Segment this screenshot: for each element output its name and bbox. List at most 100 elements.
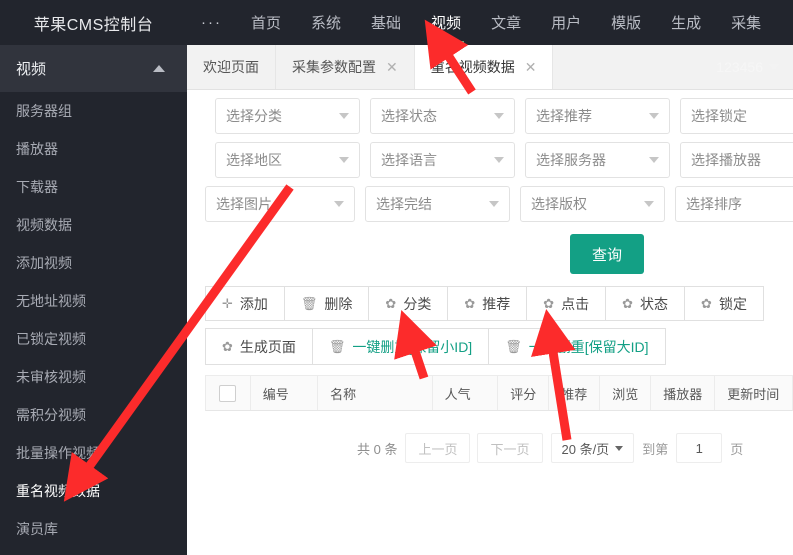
sidebar-item-video-data[interactable]: 视频数据 <box>0 206 187 244</box>
data-table: 编号 名称 人气 评分 推荐 浏览 播放器 更新时间 <box>187 375 793 411</box>
sidebar-item-locked-video[interactable]: 已锁定视频 <box>0 320 187 358</box>
page-size-select[interactable]: 20 条/页 <box>550 433 635 463</box>
tab-welcome[interactable]: 欢迎页面 <box>187 45 276 89</box>
col-views: 浏览 <box>600 376 652 410</box>
top-nav-item-0[interactable]: 首页 <box>236 0 296 45</box>
filter-row-1: 选择分类 选择状态 选择推荐 选择锁定 <box>215 98 793 134</box>
action-toolbar: ✛ 添加 🗑 删除 ✿ 分类 ✿ 推荐 ✿ 点击 ✿ 状态 ✿ 锁定 ✿ 生成页… <box>187 286 793 365</box>
sidebar-item-player[interactable]: 播放器 <box>0 130 187 168</box>
sidebar-item-label: 视频数据 <box>16 217 72 233</box>
top-nav-item-6[interactable]: 模版 <box>596 0 656 45</box>
top-nav-item-7[interactable]: 生成 <box>656 0 716 45</box>
sidebar-item-label: 添加视频 <box>16 255 72 271</box>
select-lock[interactable]: 选择锁定 <box>680 98 793 134</box>
query-row: 查询 <box>215 230 793 286</box>
chevron-down-icon <box>649 157 659 163</box>
select-label: 选择播放器 <box>691 152 761 168</box>
status-button[interactable]: ✿ 状态 <box>605 286 686 321</box>
top-nav-item-2[interactable]: 基础 <box>356 0 416 45</box>
top-nav-item-3[interactable]: 视频 <box>416 0 476 45</box>
button-label: 删除 <box>324 295 353 312</box>
select-status[interactable]: 选择状态 <box>370 98 515 134</box>
top-nav-item-5[interactable]: 用户 <box>536 0 596 45</box>
sidebar-group-label: 视频 <box>16 61 47 78</box>
top-nav: ··· 首页 系统 基础 视频 文章 用户 模版 生成 采集 <box>187 0 793 45</box>
chevron-up-icon[interactable] <box>153 65 165 72</box>
select-sort[interactable]: 选择排序 <box>675 186 793 222</box>
sidebar-item-no-url-video[interactable]: 无地址视频 <box>0 282 187 320</box>
select-recommend[interactable]: 选择推荐 <box>525 98 670 134</box>
gear-icon: ✿ <box>222 339 233 354</box>
page-number-input[interactable] <box>676 433 723 463</box>
query-button[interactable]: 查询 <box>570 234 645 274</box>
sidebar-item-points-video[interactable]: 需积分视频 <box>0 396 187 434</box>
recommend-button[interactable]: ✿ 推荐 <box>447 286 528 321</box>
page-size-label: 20 条/页 <box>561 441 610 457</box>
chevron-down-icon <box>339 113 349 119</box>
dedupe-keep-large-id-button[interactable]: 🗑 一键删重[保留大ID] <box>488 328 666 365</box>
trash-icon: 🗑 <box>300 296 318 311</box>
select-player[interactable]: 选择播放器 <box>680 142 793 178</box>
dedupe-keep-small-id-button[interactable]: 🗑 一键删重[保留小ID] <box>311 328 490 365</box>
col-name: 名称 <box>318 376 433 410</box>
select-category[interactable]: 选择分类 <box>215 98 360 134</box>
nav-more-icon[interactable]: ··· <box>187 0 236 45</box>
sidebar-item-label: 批量操作视频 <box>16 445 100 461</box>
toolbar-row-1: ✛ 添加 🗑 删除 ✿ 分类 ✿ 推荐 ✿ 点击 ✿ 状态 ✿ 锁定 <box>205 286 793 321</box>
col-hits: 人气 <box>433 376 499 410</box>
button-label: 状态 <box>640 295 669 312</box>
select-copyright[interactable]: 选择版权 <box>520 186 665 222</box>
gear-icon: ✿ <box>543 296 555 311</box>
add-button[interactable]: ✛ 添加 <box>205 286 285 321</box>
top-nav-item-8[interactable]: 采集 <box>716 0 776 45</box>
sidebar-item-duplicate-video-data[interactable]: 重名视频数据 <box>0 472 187 510</box>
sidebar-item-add-video[interactable]: 添加视频 <box>0 244 187 282</box>
user-menu[interactable]: 123456 <box>702 45 793 89</box>
category-button[interactable]: ✿ 分类 <box>368 286 449 321</box>
select-finished[interactable]: 选择完结 <box>365 186 510 222</box>
col-score: 评分 <box>498 376 550 410</box>
top-nav-item-4[interactable]: 文章 <box>476 0 536 45</box>
select-label: 选择完结 <box>376 196 432 212</box>
chevron-down-icon <box>644 201 654 207</box>
delete-button[interactable]: 🗑 删除 <box>283 286 370 321</box>
select-server[interactable]: 选择服务器 <box>525 142 670 178</box>
select-area[interactable]: 选择地区 <box>215 142 360 178</box>
prev-page-button[interactable]: 上一页 <box>405 433 471 463</box>
sidebar-item-actor-library[interactable]: 演员库 <box>0 510 187 548</box>
tab-duplicate-video-data[interactable]: 重名视频数据 ✕ <box>414 45 554 89</box>
sidebar-item-downloader[interactable]: 下载器 <box>0 168 187 206</box>
button-label: 分类 <box>403 295 432 312</box>
tab-strip-spacer <box>553 45 702 89</box>
hits-button[interactable]: ✿ 点击 <box>526 286 607 321</box>
gear-icon: ✿ <box>385 296 397 311</box>
next-page-button[interactable]: 下一页 <box>477 433 543 463</box>
select-all-checkbox[interactable] <box>219 384 237 402</box>
tab-collect-config[interactable]: 采集参数配置 ✕ <box>276 45 415 89</box>
col-updated: 更新时间 <box>727 386 780 402</box>
tab-label: 重名视频数据 <box>430 59 515 75</box>
select-language[interactable]: 选择语言 <box>370 142 515 178</box>
button-label: 锁定 <box>718 295 747 312</box>
pagination: 共 0 条 上一页 下一页 20 条/页 到第 页 <box>187 433 793 463</box>
sidebar-item-label: 播放器 <box>16 141 58 157</box>
lock-button[interactable]: ✿ 锁定 <box>684 286 764 321</box>
generate-page-button[interactable]: ✿ 生成页面 <box>205 328 313 365</box>
button-label: 添加 <box>239 295 268 312</box>
col-recommend: 推荐 <box>549 376 601 410</box>
select-label: 选择状态 <box>381 108 437 124</box>
select-image[interactable]: 选择图片 <box>205 186 355 222</box>
sidebar-group-video[interactable]: 视频 <box>0 45 187 92</box>
sidebar-item-server-group[interactable]: 服务器组 <box>0 92 187 130</box>
close-icon[interactable]: ✕ <box>386 60 398 74</box>
gear-icon: ✿ <box>622 296 634 311</box>
top-bar: 苹果CMS控制台 ··· 首页 系统 基础 视频 文章 用户 模版 生成 采集 <box>0 0 793 45</box>
sidebar: 视频 服务器组 播放器 下载器 视频数据 添加视频 无地址视频 已锁定视频 未审… <box>0 45 187 555</box>
chevron-down-icon[interactable] <box>769 64 779 70</box>
col-player: 播放器 <box>651 376 716 410</box>
button-label: 点击 <box>561 295 590 312</box>
sidebar-item-batch-video[interactable]: 批量操作视频 <box>0 434 187 472</box>
top-nav-item-1[interactable]: 系统 <box>296 0 356 45</box>
sidebar-item-unreviewed-video[interactable]: 未审核视频 <box>0 358 187 396</box>
close-icon[interactable]: ✕ <box>525 60 537 74</box>
